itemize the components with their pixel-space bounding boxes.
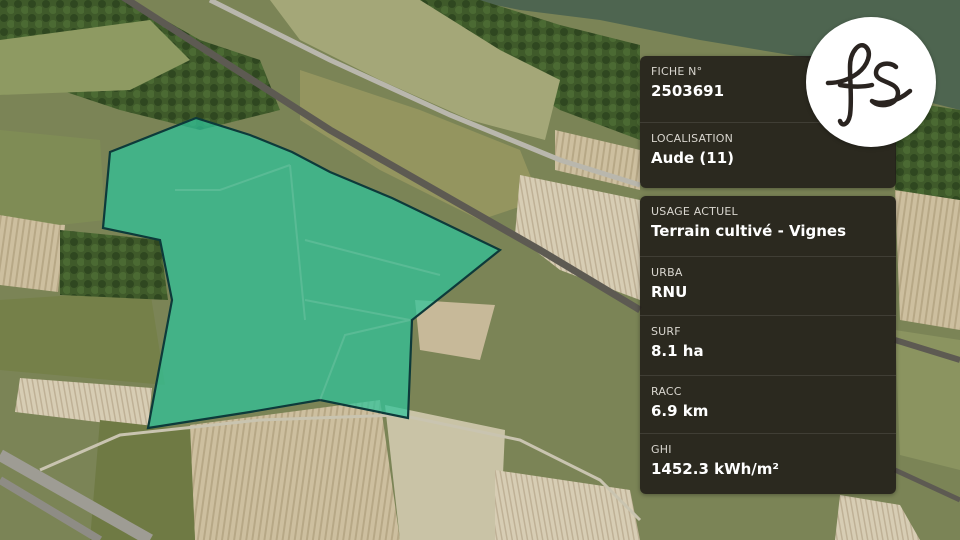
ghi-value: 1452.3 kWh/m² <box>651 460 779 478</box>
field-left-lower <box>0 290 165 385</box>
localisation-value: Aude (11) <box>651 149 735 167</box>
info-row-urba: URBA RNU <box>640 256 896 315</box>
urba-label: URBA <box>651 266 683 279</box>
field-bottom-green <box>90 420 195 540</box>
info-card-details: USAGE ACTUEL Terrain cultivé - Vignes UR… <box>640 196 896 494</box>
ghi-label: GHI <box>651 443 672 456</box>
usage-value: Terrain cultivé - Vignes <box>651 222 847 240</box>
field-left-green <box>0 130 105 225</box>
info-row-ghi: GHI 1452.3 kWh/m² <box>640 433 896 494</box>
fs-logo <box>806 17 936 147</box>
surf-label: SURF <box>651 325 681 338</box>
info-row-usage: USAGE ACTUEL Terrain cultivé - Vignes <box>640 196 896 256</box>
usage-label: USAGE ACTUEL <box>651 205 738 218</box>
urba-value: RNU <box>651 283 688 301</box>
field-left-vines <box>0 215 65 292</box>
racc-label: RACC <box>651 385 682 398</box>
info-row-surf: SURF 8.1 ha <box>640 315 896 375</box>
field-far-right <box>895 190 960 330</box>
wood-left <box>60 230 168 300</box>
surf-value: 8.1 ha <box>651 342 704 360</box>
racc-value: 6.9 km <box>651 402 709 420</box>
field-bottom-1 <box>190 400 400 540</box>
fs-monogram-icon <box>825 43 913 127</box>
info-row-racc: RACC 6.9 km <box>640 375 896 433</box>
